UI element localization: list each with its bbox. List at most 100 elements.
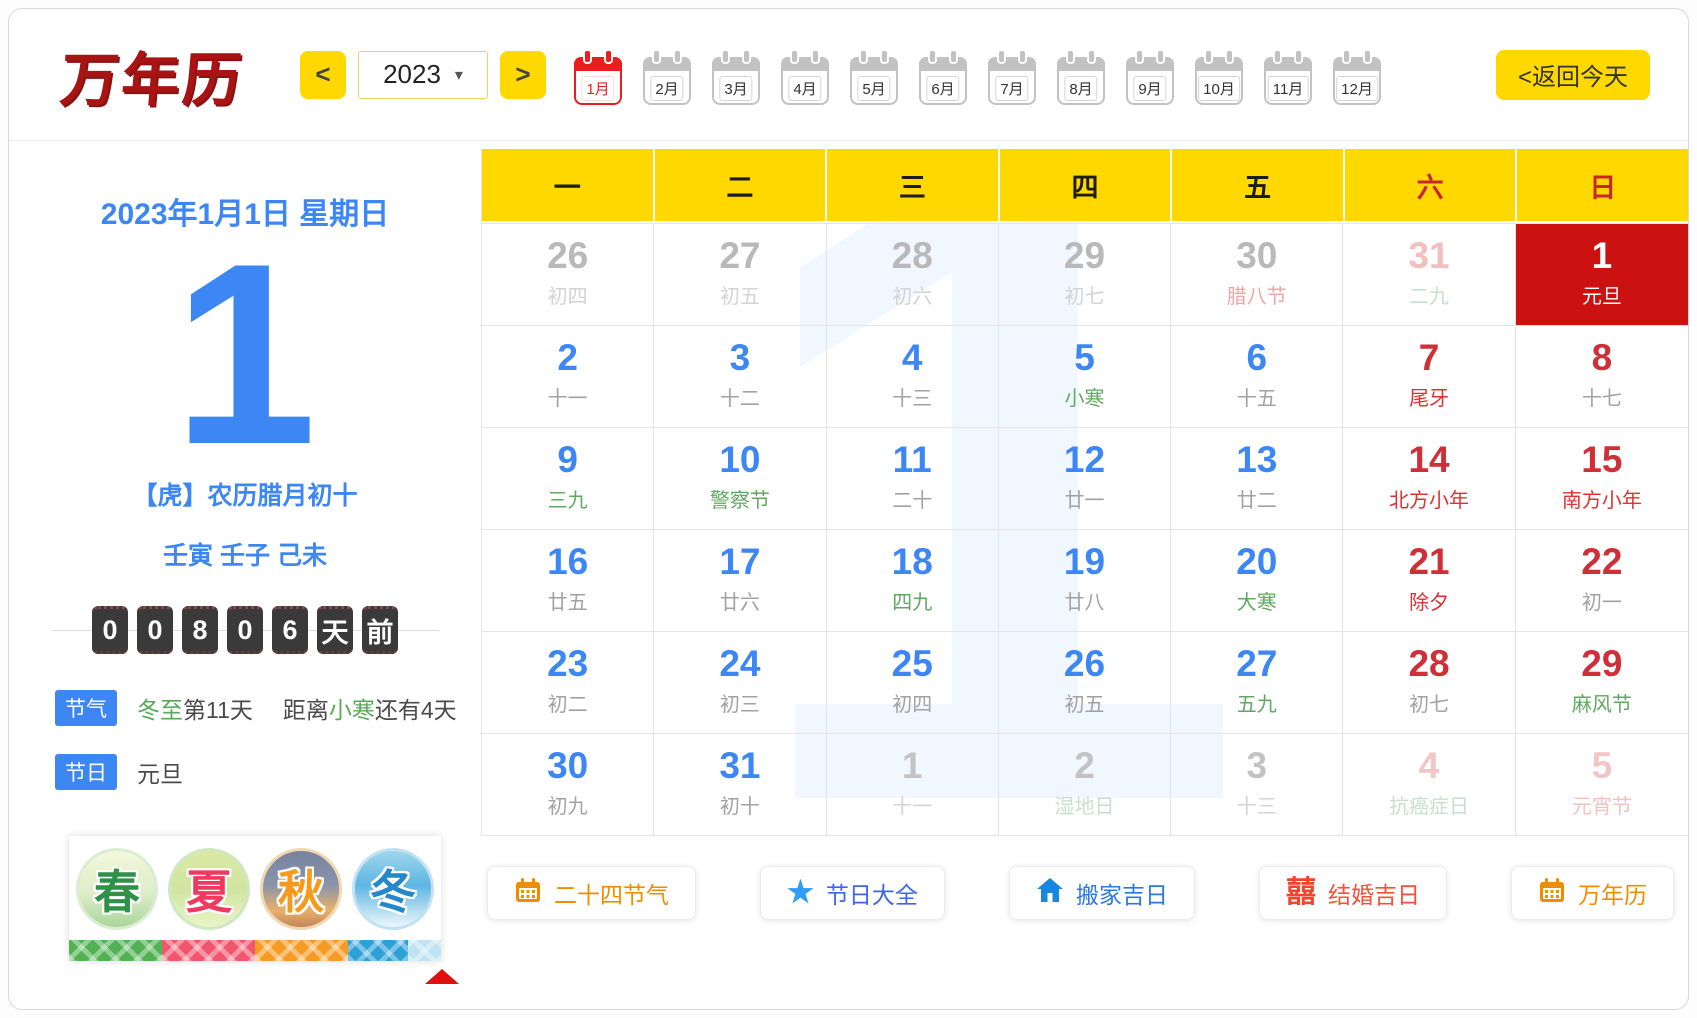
day-number: 21: [1343, 542, 1514, 583]
month-tab[interactable]: 1月: [574, 57, 622, 105]
calendar-day-cell[interactable]: 16 廿五: [482, 530, 654, 632]
month-tab[interactable]: 10月: [1195, 57, 1243, 105]
calendar-day-cell[interactable]: 9三九: [482, 428, 654, 530]
calendar-day-cell[interactable]: 19廿八: [999, 530, 1171, 632]
month-tab[interactable]: 9月: [1126, 57, 1174, 105]
day-lunar-label: 元宵节: [1516, 790, 1688, 819]
calendar-day-cell[interactable]: 2 湿地日: [999, 734, 1171, 836]
month-selector: 1月 2月 3月 4月 5月 6月 7月 8月 9月 10月 11月 12月: [574, 45, 1381, 105]
day-number: 27: [654, 236, 825, 277]
calendar-day-cell[interactable]: 5元宵节: [1516, 734, 1688, 836]
day-number: 29: [1516, 644, 1688, 685]
calendar-day-cell[interactable]: 10警察节: [654, 428, 826, 530]
season-icon: 冬: [352, 848, 434, 930]
calendar-day-cell[interactable]: 30初九: [482, 734, 654, 836]
day-lunar-label: 湿地日: [999, 790, 1170, 819]
month-tab[interactable]: 6月: [919, 57, 967, 105]
calendar-day-cell[interactable]: 28初七: [1343, 632, 1515, 734]
flip-card: 6: [272, 606, 308, 654]
calendar-grid-wrap: 1 一二三四五六日 26初四27初五28初六29初七30腊八节31二九1元旦2十…: [481, 149, 1688, 836]
quick-link-button[interactable]: 囍结婚吉日: [1259, 866, 1447, 920]
calendar-day-cell[interactable]: 31初十: [654, 734, 826, 836]
calendar-day-cell[interactable]: 30腊八节: [1171, 224, 1343, 326]
month-tab[interactable]: 2月: [643, 57, 691, 105]
quick-link-button[interactable]: 搬家吉日: [1009, 866, 1195, 920]
month-tab-label: 11月: [1268, 76, 1309, 101]
day-number: 1: [827, 746, 998, 787]
calendar-day-cell[interactable]: 1十一: [827, 734, 999, 836]
calendar-day-cell[interactable]: 26初四: [482, 224, 654, 326]
day-lunar-label: 廿五: [482, 586, 653, 615]
calendar-day-cell[interactable]: 5小寒: [999, 326, 1171, 428]
binder-ring-icon: [1363, 49, 1372, 64]
month-tab[interactable]: 5月: [850, 57, 898, 105]
calendar-day-cell[interactable]: 13廿二: [1171, 428, 1343, 530]
calendar-day-cell[interactable]: 23初二: [482, 632, 654, 734]
day-number: 7: [1343, 338, 1514, 379]
prev-year-button[interactable]: <: [300, 51, 346, 99]
binder-ring-icon: [928, 49, 937, 64]
quick-link-button[interactable]: ★节日大全: [760, 866, 945, 920]
month-tab[interactable]: 11月: [1264, 57, 1312, 105]
calendar-day-cell[interactable]: 7尾牙: [1343, 326, 1515, 428]
calendar-day-cell[interactable]: 31二九: [1343, 224, 1515, 326]
calendar-day-cell[interactable]: 29初七: [999, 224, 1171, 326]
day-lunar-label: 廿八: [999, 586, 1170, 615]
red-triangle-pointer: [425, 969, 459, 984]
calendar-day-cell[interactable]: 3十二: [654, 326, 826, 428]
day-number: 22: [1516, 542, 1688, 583]
quick-link-label: 搬家吉日: [1076, 876, 1168, 910]
back-to-today-button[interactable]: <返回今天: [1496, 50, 1650, 100]
calendar-day-cell[interactable]: 1元旦: [1516, 224, 1688, 326]
quick-link-button[interactable]: 二十四节气: [487, 866, 696, 920]
calendar-day-cell[interactable]: 2十一: [482, 326, 654, 428]
calendar-day-cell[interactable]: 20大寒: [1171, 530, 1343, 632]
binder-ring-icon: [721, 49, 730, 64]
calendar-day-cell[interactable]: 18四九: [827, 530, 999, 632]
day-lunar-label: 十三: [1171, 790, 1342, 819]
winter-strip-segment: [348, 940, 408, 961]
calendar-day-cell[interactable]: 28初六: [827, 224, 999, 326]
calendar-day-cell[interactable]: 29麻风节: [1516, 632, 1688, 734]
binder-ring-icon: [949, 49, 958, 64]
calendar-day-cell[interactable]: 12廿一: [999, 428, 1171, 530]
day-number: 30: [482, 746, 653, 787]
calendar-day-cell[interactable]: 27五九: [1171, 632, 1343, 734]
weekday-header: 日: [1517, 149, 1688, 221]
calendar-day-cell[interactable]: 8十七: [1516, 326, 1688, 428]
calendar-day-cell[interactable]: 6十五: [1171, 326, 1343, 428]
calendar-day-cell[interactable]: 22初一: [1516, 530, 1688, 632]
next-year-button[interactable]: >: [500, 51, 546, 99]
day-number: 13: [1171, 440, 1342, 481]
calendar-day-cell[interactable]: 26初五: [999, 632, 1171, 734]
day-number: 15: [1516, 440, 1688, 481]
month-tab[interactable]: 12月: [1333, 57, 1381, 105]
binder-ring-icon: [1225, 49, 1234, 64]
calendar-day-cell[interactable]: 25初四: [827, 632, 999, 734]
month-tab[interactable]: 8月: [1057, 57, 1105, 105]
calendar-day-cell[interactable]: 11二十: [827, 428, 999, 530]
month-tab[interactable]: 3月: [712, 57, 760, 105]
day-number: 16: [482, 542, 653, 583]
calendar-day-cell[interactable]: 21除夕: [1343, 530, 1515, 632]
day-number: 29: [999, 236, 1170, 277]
calendar-day-cell[interactable]: 15南方小年: [1516, 428, 1688, 530]
quick-link-label: 万年历: [1578, 876, 1647, 910]
calendar-day-cell[interactable]: 4抗癌症日: [1343, 734, 1515, 836]
year-select[interactable]: 2023 ▾: [358, 51, 488, 99]
calendar-day-cell[interactable]: 4十三: [827, 326, 999, 428]
day-number: 4: [1343, 746, 1514, 787]
calendar-day-cell[interactable]: 3十三: [1171, 734, 1343, 836]
day-lunar-label: 初二: [482, 688, 653, 717]
calendar-day-cell[interactable]: 24初三: [654, 632, 826, 734]
month-tab[interactable]: 4月: [781, 57, 829, 105]
day-number: 2: [999, 746, 1170, 787]
four-seasons-banner[interactable]: 春夏秋冬: [69, 836, 441, 961]
calendar-day-cell[interactable]: 14北方小年: [1343, 428, 1515, 530]
calendar-icon: [1538, 876, 1566, 910]
month-tab[interactable]: 7月: [988, 57, 1036, 105]
quick-link-button[interactable]: 万年历: [1511, 866, 1674, 920]
calendar-day-cell[interactable]: 17廿六: [654, 530, 826, 632]
day-number: 4: [827, 338, 998, 379]
calendar-day-cell[interactable]: 27初五: [654, 224, 826, 326]
